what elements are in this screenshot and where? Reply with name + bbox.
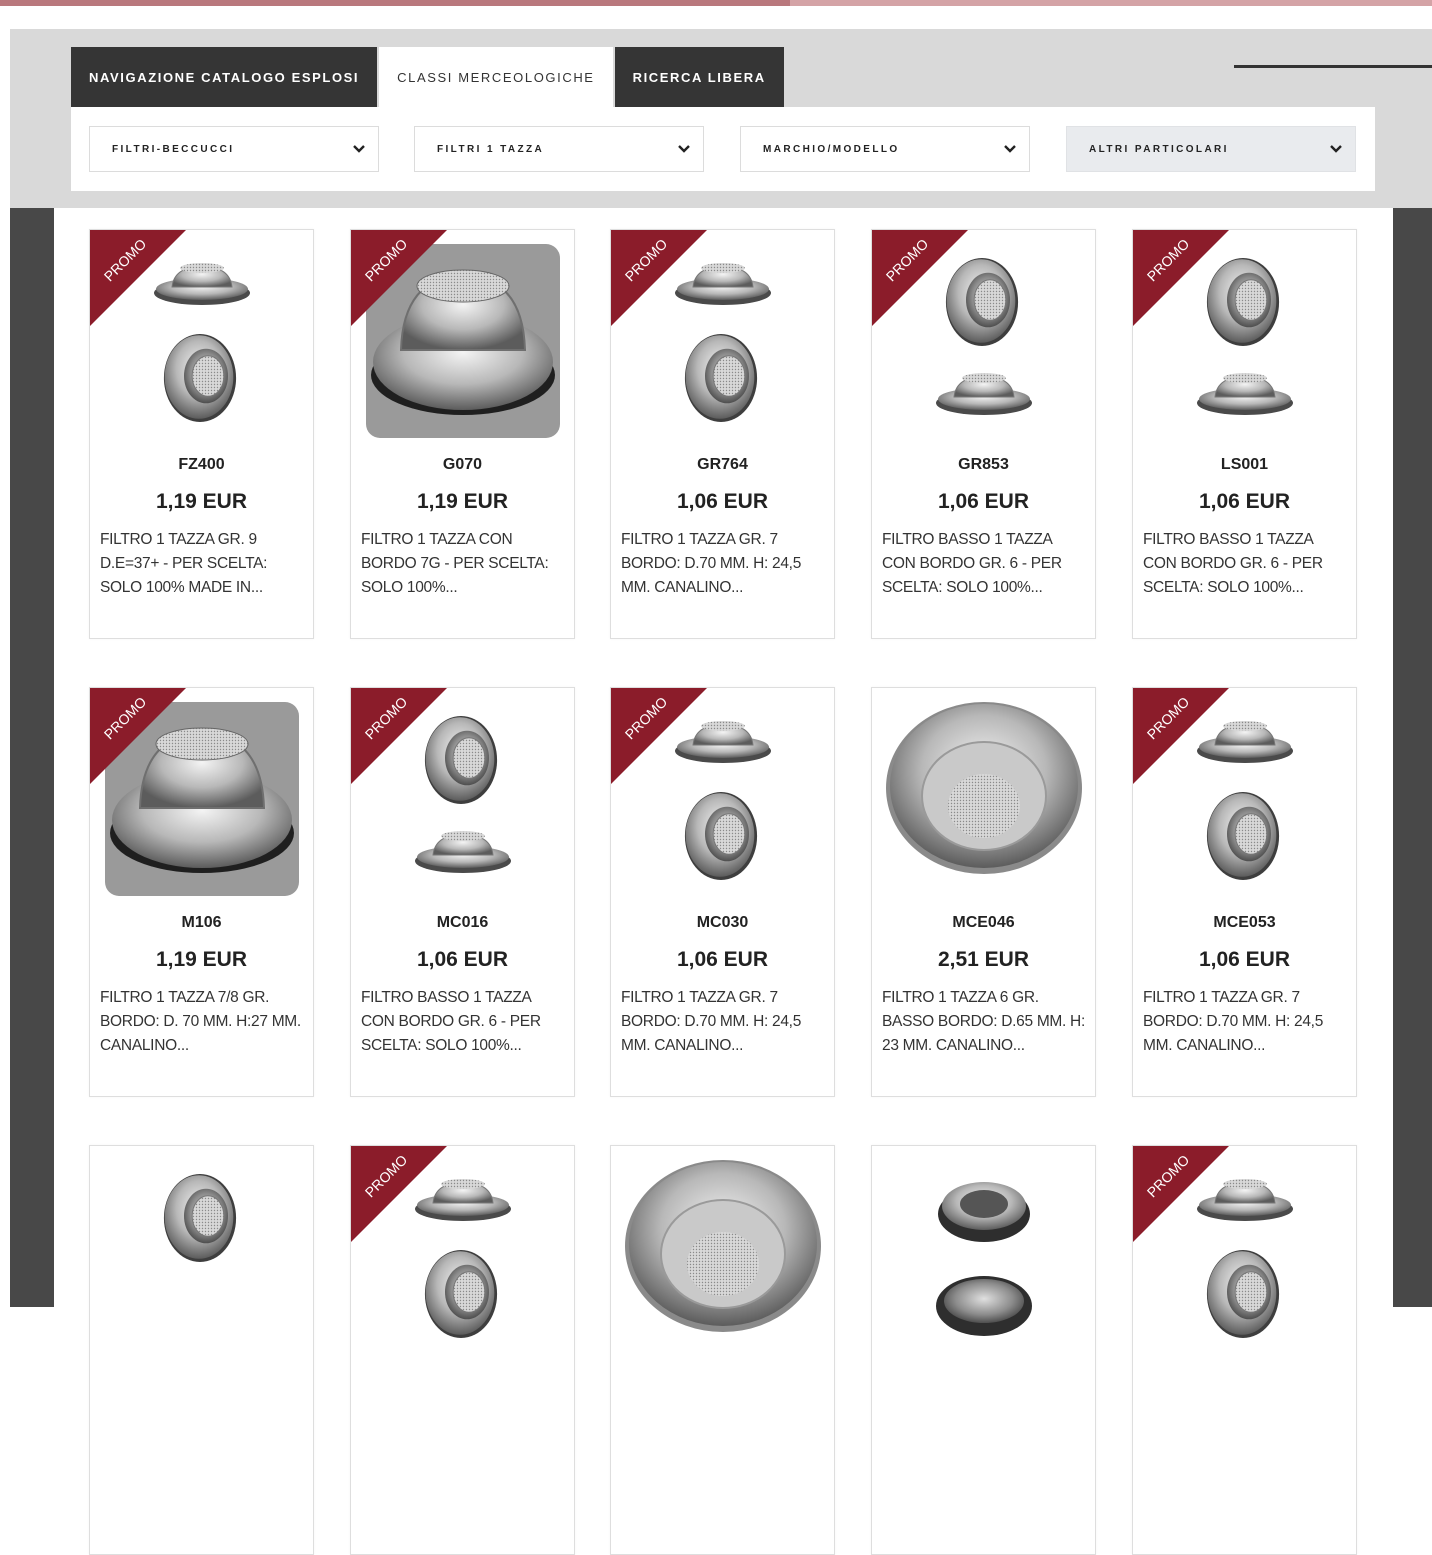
tab-ricerca-libera[interactable]: RICERCA LIBERA (614, 47, 784, 107)
product-image[interactable] (872, 1146, 1096, 1361)
product-card[interactable]: PROMO MCE053 1,06 EUR FILTRO 1 TAZZA GR. 7 … (1132, 687, 1357, 1097)
product-description: FILTRO 1 TAZZA 7/8 GR. BORDO: D. 70 MM. … (100, 989, 301, 1054)
product-card[interactable]: PROMO GR853 1,06 EUR FILTRO BASSO 1 TAZZA C… (871, 229, 1096, 639)
product-code: MC030 (696, 914, 749, 931)
product-price: 2,51 EUR (937, 948, 1030, 971)
product-card[interactable]: PROMO (350, 1145, 575, 1555)
product-card[interactable]: PROMO (1132, 1145, 1357, 1555)
category-select-value: FILTRI-BECCUCCI (112, 143, 235, 155)
product-card[interactable]: PROMO LS001 1,06 EUR FILTRO BASSO 1 TAZZA C… (1132, 229, 1357, 639)
product-code: GR764 (697, 456, 748, 473)
product-description: FILTRO 1 TAZZA GR. 7 BORDO: D.70 MM. H: … (621, 531, 802, 596)
product-code: GR853 (958, 456, 1009, 473)
product-price: 1,06 EUR (1198, 948, 1291, 971)
product-card[interactable]: PROMO FZ400 1,19 EUR FILTRO 1 TAZZA GR. 9 D… (89, 229, 314, 639)
brand-model-select[interactable]: MARCHIO/MODELLO (740, 126, 1030, 172)
product-code: LS001 (1220, 456, 1269, 473)
product-price: 1,06 EUR (676, 490, 769, 513)
product-card[interactable]: PROMO MC030 1,06 EUR FILTRO 1 TAZZA GR. 7 B… (610, 687, 835, 1097)
tab-navigazione-catalogo-esplosi[interactable]: NAVIGAZIONE CATALOGO ESPLOSI (71, 47, 378, 107)
category-select[interactable]: FILTRI-BECCUCCI (89, 126, 379, 172)
subcategory-select[interactable]: FILTRI 1 TAZZA (414, 126, 704, 172)
product-description: FILTRO BASSO 1 TAZZA CON BORDO GR. 6 - P… (1143, 531, 1323, 596)
subcategory-select-value: FILTRI 1 TAZZA (437, 143, 545, 155)
top-accent-bar (0, 0, 1432, 6)
tab-classi-merceologiche[interactable]: CLASSI MERCEOLOGICHE (379, 47, 613, 107)
other-parts-select-value: ALTRI PARTICOLARI (1089, 143, 1229, 155)
product-description: FILTRO 1 TAZZA 6 GR. BASSO BORDO: D.65 M… (882, 989, 1085, 1054)
product-code: M106 (181, 914, 222, 931)
product-price: 1,19 EUR (416, 490, 509, 513)
catalog-tabs: NAVIGAZIONE CATALOGO ESPLOSI CLASSI MERC… (71, 47, 784, 107)
product-card[interactable] (610, 1145, 835, 1555)
product-price: 1,19 EUR (155, 948, 248, 971)
product-image[interactable] (611, 1146, 835, 1361)
product-code: MC016 (436, 914, 489, 931)
top-accent-bar-dark (0, 0, 790, 6)
product-price: 1,06 EUR (937, 490, 1030, 513)
filter-bar: FILTRI-BECCUCCI FILTRI 1 TAZZA MARCHIO/M… (71, 107, 1375, 191)
product-card[interactable]: PROMO MC016 1,06 EUR FILTRO BASSO 1 TAZZA C… (350, 687, 575, 1097)
other-parts-select[interactable]: ALTRI PARTICOLARI (1066, 126, 1356, 172)
product-description: FILTRO 1 TAZZA CON BORDO 7G - PER SCELTA… (361, 531, 549, 596)
chevron-down-icon (353, 145, 365, 153)
chevron-down-icon (1004, 145, 1016, 153)
product-card[interactable] (89, 1145, 314, 1555)
product-price: 1,06 EUR (1198, 490, 1291, 513)
product-price: 1,06 EUR (676, 948, 769, 971)
product-card[interactable]: PROMO GR764 1,06 EUR FILTRO 1 TAZZA GR. 7 B… (610, 229, 835, 639)
product-description: FILTRO BASSO 1 TAZZA CON BORDO GR. 6 - P… (361, 989, 541, 1054)
product-card[interactable] (871, 1145, 1096, 1555)
chevron-down-icon (1330, 145, 1342, 153)
product-card[interactable]: PROMO G070 1,19 EUR FILTRO 1 TAZZA CON BORD… (350, 229, 575, 639)
product-card[interactable]: PROMO M106 1,19 EUR FILTRO 1 TAZZA 7/8 GR. … (89, 687, 314, 1097)
product-description: FILTRO 1 TAZZA GR. 7 BORDO: D.70 MM. H: … (621, 989, 802, 1054)
product-card[interactable]: MCE046 2,51 EUR FILTRO 1 TAZZA 6 GR. BASSO… (871, 687, 1096, 1097)
product-description: FILTRO 1 TAZZA GR. 9 D.E=37+ - PER SCELT… (100, 531, 268, 596)
product-code: MCE046 (952, 914, 1015, 931)
product-code: G070 (442, 456, 483, 473)
brand-model-select-value: MARCHIO/MODELLO (763, 143, 900, 155)
product-image[interactable] (90, 1146, 314, 1361)
product-description: FILTRO BASSO 1 TAZZA CON BORDO GR. 6 - P… (882, 531, 1062, 596)
header-divider-line (1234, 65, 1432, 68)
product-description: FILTRO 1 TAZZA GR. 7 BORDO: D.70 MM. H: … (1143, 989, 1324, 1054)
chevron-down-icon (678, 145, 690, 153)
product-code: FZ400 (178, 456, 225, 473)
product-code: MCE053 (1213, 914, 1276, 931)
product-price: 1,06 EUR (416, 948, 509, 971)
product-image[interactable] (872, 688, 1096, 903)
product-price: 1,19 EUR (155, 490, 248, 513)
